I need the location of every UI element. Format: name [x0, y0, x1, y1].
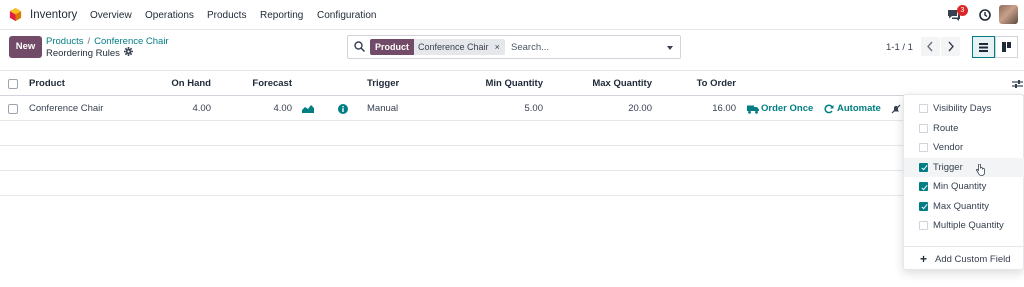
breadcrumb-separator: /	[87, 36, 91, 47]
page-title: Reordering Rules	[46, 48, 120, 59]
multiple-quantity-checkbox[interactable]	[919, 221, 928, 230]
forecast-chart-icon[interactable]	[302, 104, 314, 113]
user-avatar[interactable]	[999, 5, 1018, 24]
route-checkbox[interactable]	[919, 123, 928, 133]
top-navbar: Inventory Overview Operations Products R…	[0, 0, 1024, 30]
add-custom-field-label: Add Custom Field	[935, 254, 1011, 265]
optional-column-vendor[interactable]: Vendor	[904, 138, 1024, 157]
menu-reporting[interactable]: Reporting	[260, 10, 303, 21]
optional-column-label: Min Quantity	[933, 181, 987, 192]
optional-column-multiple-quantity[interactable]: Multiple Quantity	[904, 216, 1024, 235]
view-switcher	[972, 36, 1018, 58]
chevron-right-icon	[948, 41, 954, 52]
pager-next-button[interactable]	[941, 37, 960, 56]
column-max-quantity[interactable]: Max Quantity	[570, 78, 652, 89]
inventory-logo-icon[interactable]	[9, 8, 22, 21]
caret-down-icon	[667, 46, 673, 50]
empty-table-row	[0, 171, 1024, 196]
facet-remove-icon[interactable]: ×	[492, 39, 505, 55]
app-name[interactable]: Inventory	[30, 9, 77, 21]
optional-column-route[interactable]: Route	[904, 119, 1024, 138]
menu-overview[interactable]: Overview	[90, 10, 132, 21]
list-view-icon	[979, 43, 988, 52]
truck-icon	[747, 105, 759, 114]
new-button[interactable]: New	[9, 36, 42, 58]
row-checkbox[interactable]	[8, 104, 18, 114]
trigger-checkbox[interactable]	[919, 162, 928, 172]
breadcrumb-products[interactable]: Products	[46, 36, 84, 47]
pager-previous-button[interactable]	[921, 37, 940, 56]
column-trigger[interactable]: Trigger	[367, 78, 399, 89]
optional-columns-toggle-icon[interactable]	[1012, 79, 1023, 89]
optional-column-label: Visibility Days	[933, 103, 992, 114]
optional-column-max-quantity[interactable]: Max Quantity	[904, 197, 1024, 216]
optional-column-label: Trigger	[933, 161, 963, 173]
search-facet: Product Conference Chair ×	[370, 39, 505, 55]
optional-column-visibility-days[interactable]: Visibility Days	[904, 99, 1024, 118]
plus-icon: +	[920, 252, 928, 266]
chat-badge: 3	[957, 5, 968, 16]
column-on-hand[interactable]: On Hand	[150, 78, 211, 89]
kanban-view-button[interactable]	[995, 36, 1018, 58]
info-icon[interactable]	[338, 104, 348, 114]
hand-cursor-icon	[976, 163, 985, 176]
column-forecast[interactable]: Forecast	[231, 78, 292, 89]
min-quantity-checkbox[interactable]	[919, 182, 928, 191]
cell-to-order[interactable]: 16.00	[676, 103, 736, 114]
kanban-view-icon	[1002, 42, 1011, 52]
vendor-checkbox[interactable]	[919, 143, 928, 152]
clock-icon[interactable]	[979, 9, 991, 21]
optional-column-label: Multiple Quantity	[933, 220, 1004, 231]
search-options-toggle[interactable]	[661, 35, 681, 59]
cell-product[interactable]: Conference Chair	[29, 103, 103, 114]
menu-operations[interactable]: Operations	[145, 10, 194, 21]
cell-trigger[interactable]: Manual	[367, 103, 398, 114]
pager-value[interactable]: 1-1 / 1	[886, 42, 913, 53]
table-row[interactable]: Conference Chair 4.00 4.00 Manual 5.00 2…	[0, 96, 1024, 121]
list-view-button[interactable]	[972, 36, 995, 58]
gear-icon[interactable]	[124, 47, 133, 56]
cell-min-quantity[interactable]: 5.00	[460, 103, 544, 114]
order-once-button[interactable]: Order Once	[761, 103, 813, 114]
breadcrumb-conference-chair[interactable]: Conference Chair	[94, 36, 168, 47]
cell-max-quantity[interactable]: 20.00	[570, 103, 652, 114]
menu-products[interactable]: Products	[207, 10, 246, 21]
menu-configuration[interactable]: Configuration	[317, 10, 376, 21]
visibility-days-checkbox[interactable]	[919, 104, 928, 113]
optional-column-label: Vendor	[933, 142, 964, 153]
cell-on-hand: 4.00	[192, 103, 212, 114]
add-custom-field-button[interactable]: + Add Custom Field	[904, 246, 1024, 271]
empty-table-row	[0, 146, 1024, 171]
breadcrumb: Products / Conference Chair	[46, 36, 169, 47]
optional-columns-dropdown: Visibility Days Route Vendor Trigger Min…	[903, 94, 1024, 270]
search-box[interactable]: Product Conference Chair ×	[347, 35, 662, 59]
optional-column-min-quantity[interactable]: Min Quantity	[904, 177, 1024, 196]
refresh-icon	[824, 104, 834, 114]
snooze-bell-slash-icon[interactable]	[891, 104, 901, 114]
optional-column-trigger[interactable]: Trigger	[904, 157, 1024, 177]
max-quantity-checkbox[interactable]	[919, 201, 928, 211]
cell-forecast: 4.00	[273, 103, 293, 114]
automate-button[interactable]: Automate	[837, 103, 881, 114]
search-input[interactable]	[511, 39, 656, 55]
optional-column-label: Route	[933, 122, 959, 134]
optional-column-label: Max Quantity	[933, 200, 989, 212]
empty-table-row	[0, 121, 1024, 146]
column-to-order[interactable]: To Order	[676, 78, 736, 89]
table-header: Product On Hand Forecast Trigger Min Qua…	[0, 70, 1024, 96]
facet-value: Conference Chair	[414, 39, 493, 55]
column-product[interactable]: Product	[29, 78, 65, 89]
column-min-quantity[interactable]: Min Quantity	[460, 78, 543, 89]
facet-category: Product	[370, 39, 415, 55]
chevron-left-icon	[927, 41, 933, 52]
select-all-checkbox[interactable]	[8, 79, 18, 89]
search-icon[interactable]	[354, 41, 365, 52]
